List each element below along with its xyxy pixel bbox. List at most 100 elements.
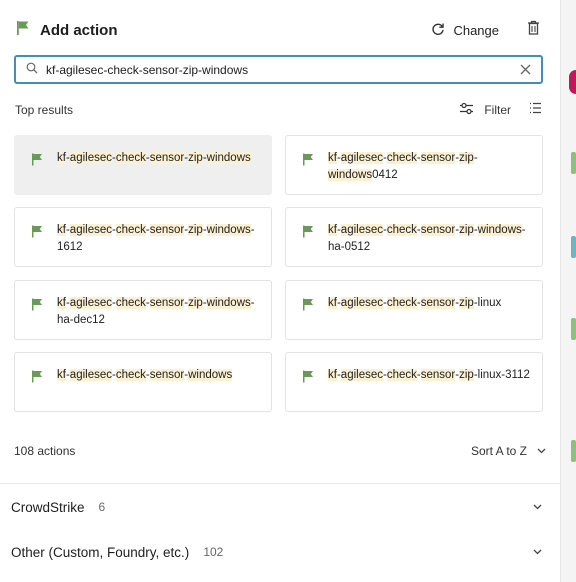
flag-icon [16,20,30,41]
flag-icon [31,298,43,316]
flag-icon [302,298,314,316]
match-highlight: kf [57,297,66,309]
match-highlight: agilesec [69,297,112,309]
match-highlight: kf [57,224,66,236]
results-header: Top results Filter [15,100,542,120]
search-input[interactable] [46,58,520,81]
match-highlight: kf [57,369,66,381]
match-highlight: check [386,152,417,164]
panel-title: Add action [40,21,118,39]
group-name: Other (Custom, Foundry, etc.) [11,544,190,560]
change-label: Change [453,22,499,38]
clear-icon[interactable] [520,64,531,75]
match-highlight: zip [188,224,203,236]
action-card-title: kf-agilesec-check-sensor-zip-linux-3112 [328,367,530,384]
match-highlight: check [386,224,417,236]
match-highlight: check [115,369,146,381]
match-highlight: agilesec [69,369,112,381]
chevron-down-icon [533,549,542,555]
section-divider [0,483,561,484]
canvas-node-edge [571,440,576,462]
match-highlight: kf [57,152,66,164]
title-fragment: -linux [473,297,502,309]
action-count: 108 actions [14,444,76,458]
sort-dropdown[interactable]: Sort A to Z [471,444,546,458]
match-highlight: zip [188,297,203,309]
match-highlight: kf [328,297,337,309]
action-card[interactable]: kf-agilesec-check-sensor-zip-windows0412 [285,135,543,195]
canvas-node-edge [571,152,576,174]
delete-button[interactable] [527,20,540,40]
group-other[interactable]: Other (Custom, Foundry, etc.) 102 [11,540,542,564]
change-button[interactable]: Change [431,22,499,39]
list-view-button[interactable] [529,101,542,119]
panel-header: Add action Change [16,16,540,44]
match-highlight: sensor [420,152,456,164]
match-highlight: check [115,152,146,164]
refresh-icon [431,22,445,39]
match-highlight: sensor [149,369,185,381]
action-card[interactable]: kf-agilesec-check-sensor-zip-windows [14,135,272,195]
search-icon [26,61,38,79]
chevron-down-icon [537,448,546,454]
filter-button[interactable]: Filter [459,102,511,118]
title-fragment: -linux-3112 [473,369,530,381]
results-label: Top results [15,103,74,117]
match-highlight: zip [459,297,474,309]
match-highlight: zip [459,224,474,236]
match-highlight: agilesec [69,224,112,236]
action-card[interactable]: kf-agilesec-check-sensor-zip-linux-3112 [285,352,543,412]
action-card-title: kf-agilesec-check-sensor-zip-linux [328,295,501,312]
match-highlight: windows [206,152,251,164]
match-highlight: agilesec [69,152,112,164]
action-card[interactable]: kf-agilesec-check-sensor-zip-linux [285,280,543,340]
sliders-icon [459,102,474,118]
group-count: 102 [203,545,224,559]
match-highlight: agilesec [340,297,383,309]
group-count: 6 [98,500,106,514]
action-card-title: kf-agilesec-check-sensor-zip-windows-ha-… [328,222,530,255]
match-highlight: sensor [420,297,456,309]
group-crowdstrike[interactable]: CrowdStrike 6 [11,495,542,519]
match-highlight: windows [477,224,522,236]
match-highlight: sensor [149,297,185,309]
action-card-title: kf-agilesec-check-sensor-zip-windows-161… [57,222,259,255]
action-card-title: kf-agilesec-check-sensor-zip-windows-ha-… [57,295,259,328]
match-highlight: kf [328,369,337,381]
match-highlight: check [115,297,146,309]
action-card-title: kf-agilesec-check-sensor-zip-windows0412 [328,150,530,183]
match-highlight: zip [188,152,203,164]
action-card[interactable]: kf-agilesec-check-sensor-zip-windows-ha-… [14,280,272,340]
match-highlight: windows [328,168,373,181]
flag-icon [31,370,43,388]
action-card[interactable]: kf-agilesec-check-sensor-zip-windows-ha-… [285,207,543,267]
group-name: CrowdStrike [11,499,85,515]
match-highlight: windows [188,369,233,381]
match-highlight: zip [459,369,474,381]
match-highlight: sensor [420,224,456,236]
action-card[interactable]: kf-agilesec-check-sensor-zip-windows-161… [14,207,272,267]
flag-icon [31,153,43,171]
flag-icon [31,225,43,243]
chevron-down-icon [533,504,542,510]
add-action-panel: Add action Change Top results [0,0,561,582]
match-highlight: sensor [149,152,185,164]
match-highlight: kf [328,152,337,164]
match-highlight: sensor [149,224,185,236]
sort-label: Sort A to Z [470,444,527,458]
filter-label: Filter [484,103,511,117]
canvas-node-marker [569,70,576,94]
match-highlight: sensor [420,369,456,381]
action-card[interactable]: kf-agilesec-check-sensor-windows [14,352,272,412]
match-highlight: agilesec [340,369,383,381]
title-fragment: - [473,152,478,164]
match-highlight: zip [459,152,474,164]
match-highlight: kf [328,224,337,236]
match-highlight: windows [206,297,251,309]
match-highlight: check [115,224,146,236]
search-field[interactable] [14,55,543,84]
action-card-title: kf-agilesec-check-sensor-zip-windows [57,150,251,167]
trash-icon [527,20,540,40]
match-highlight: check [386,297,417,309]
match-highlight: check [386,369,417,381]
